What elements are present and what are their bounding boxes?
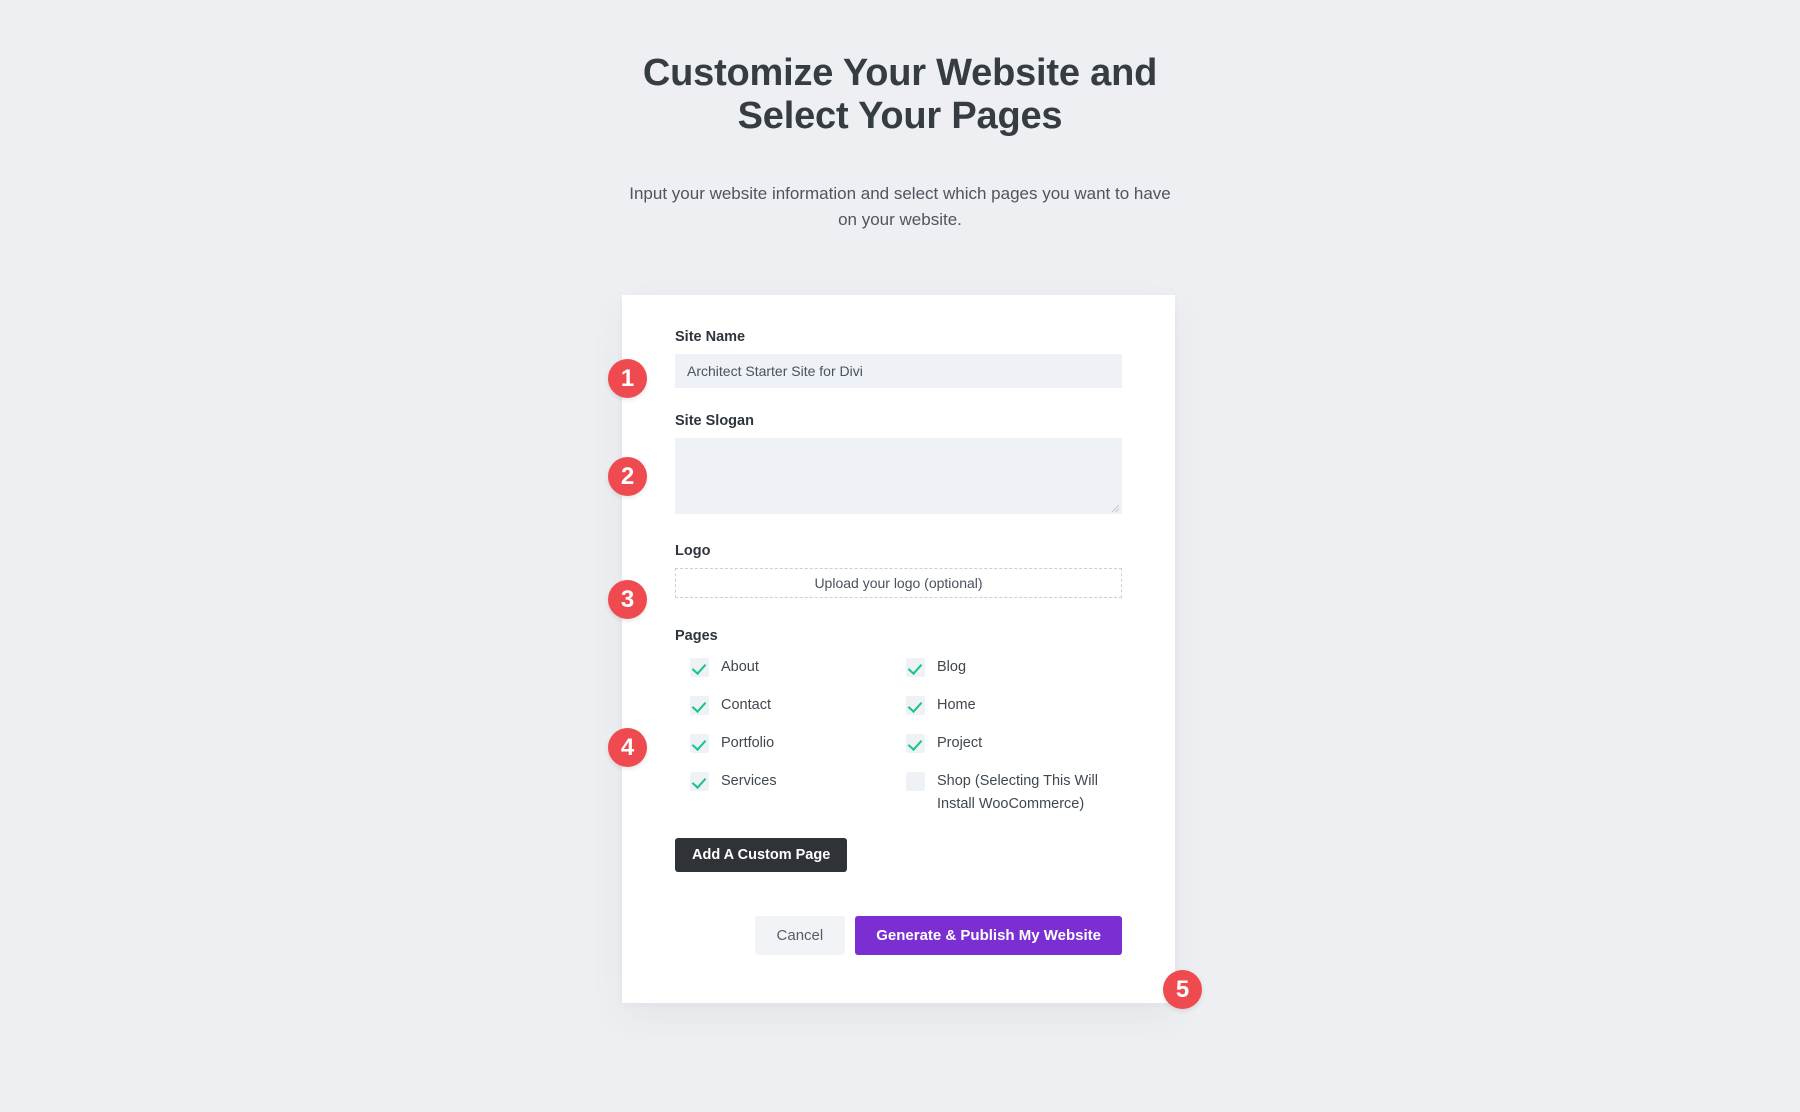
logo-upload-button[interactable]: Upload your logo (optional) <box>675 568 1122 598</box>
annotation-badge-1: 1 <box>608 359 647 398</box>
annotation-badge-2: 2 <box>608 457 647 496</box>
page-checkbox-item[interactable]: Contact <box>690 694 906 732</box>
page-checkbox-item[interactable]: About <box>690 656 906 694</box>
page-subtitle: Input your website information and selec… <box>629 184 1171 230</box>
page-checkbox-label: About <box>721 659 759 675</box>
checkmark-icon[interactable] <box>906 734 925 753</box>
page-checkbox-label: Portfolio <box>721 735 775 751</box>
pages-label: Pages <box>675 628 718 644</box>
page-checkbox-item[interactable]: Blog <box>906 656 1122 694</box>
page-root: Customize Your Website and Select Your P… <box>0 0 1800 1112</box>
annotation-badge-3: 3 <box>608 580 647 619</box>
site-slogan-field-group: Site Slogan <box>675 413 1122 514</box>
card-footer-actions: Cancel Generate & Publish My Website <box>675 916 1122 956</box>
add-custom-page-button[interactable]: Add A Custom Page <box>675 838 848 873</box>
pages-checkbox-grid: About Blog Contact Home Portfolio Project Serv… <box>675 656 1122 816</box>
page-checkbox-label: Contact <box>721 697 771 713</box>
site-name-input[interactable] <box>675 354 1122 388</box>
site-name-label: Site Name <box>675 329 746 345</box>
page-checkbox-label: Blog <box>937 659 967 675</box>
page-checkbox-label: Shop (Selecting This Will Install WooCom… <box>937 773 1098 813</box>
page-checkbox-item[interactable]: Services <box>690 770 906 808</box>
page-checkbox-label: Services <box>721 773 777 789</box>
page-checkbox-label: Home <box>937 697 976 713</box>
add-custom-page-row: Add A Custom Page <box>675 838 1122 873</box>
logo-label: Logo <box>675 543 711 559</box>
checkmark-icon[interactable] <box>906 658 925 677</box>
logo-upload-label: Upload your logo (optional) <box>814 575 983 591</box>
site-name-field-group: Site Name <box>675 329 1122 388</box>
checkmark-icon[interactable] <box>690 734 709 753</box>
site-slogan-textarea[interactable] <box>675 438 1122 514</box>
annotation-badge-5: 5 <box>1163 970 1202 1009</box>
checkmark-icon[interactable] <box>690 696 709 715</box>
page-checkbox-label: Project <box>937 735 983 751</box>
page-checkbox-item[interactable]: Shop (Selecting This Will Install WooCom… <box>906 770 1122 816</box>
pages-field-group: Pages About Blog Contact Home Portfolio Proje… <box>675 628 1122 816</box>
annotation-badge-4: 4 <box>608 728 647 767</box>
cancel-button[interactable]: Cancel <box>754 916 846 956</box>
generate-publish-button[interactable]: Generate & Publish My Website <box>855 916 1122 956</box>
checkmark-icon[interactable] <box>690 772 709 791</box>
checkmark-icon[interactable] <box>906 696 925 715</box>
page-header: Customize Your Website and Select Your P… <box>0 52 1800 234</box>
page-checkbox-item[interactable]: Home <box>906 694 1122 732</box>
checkmark-icon[interactable] <box>690 658 709 677</box>
page-title: Customize Your Website and Select Your P… <box>642 52 1158 137</box>
customize-card-wrapper: Site Name Site Slogan Logo Upload your l… <box>622 295 1175 1004</box>
empty-checkbox-icon[interactable] <box>906 772 925 791</box>
logo-field-group: Logo Upload your logo (optional) <box>675 543 1122 598</box>
customize-website-card: Site Name Site Slogan Logo Upload your l… <box>622 295 1175 1004</box>
page-checkbox-item[interactable]: Portfolio <box>690 732 906 770</box>
site-slogan-wrapper <box>675 438 1122 514</box>
page-checkbox-item[interactable]: Project <box>906 732 1122 770</box>
site-slogan-label: Site Slogan <box>675 413 754 429</box>
